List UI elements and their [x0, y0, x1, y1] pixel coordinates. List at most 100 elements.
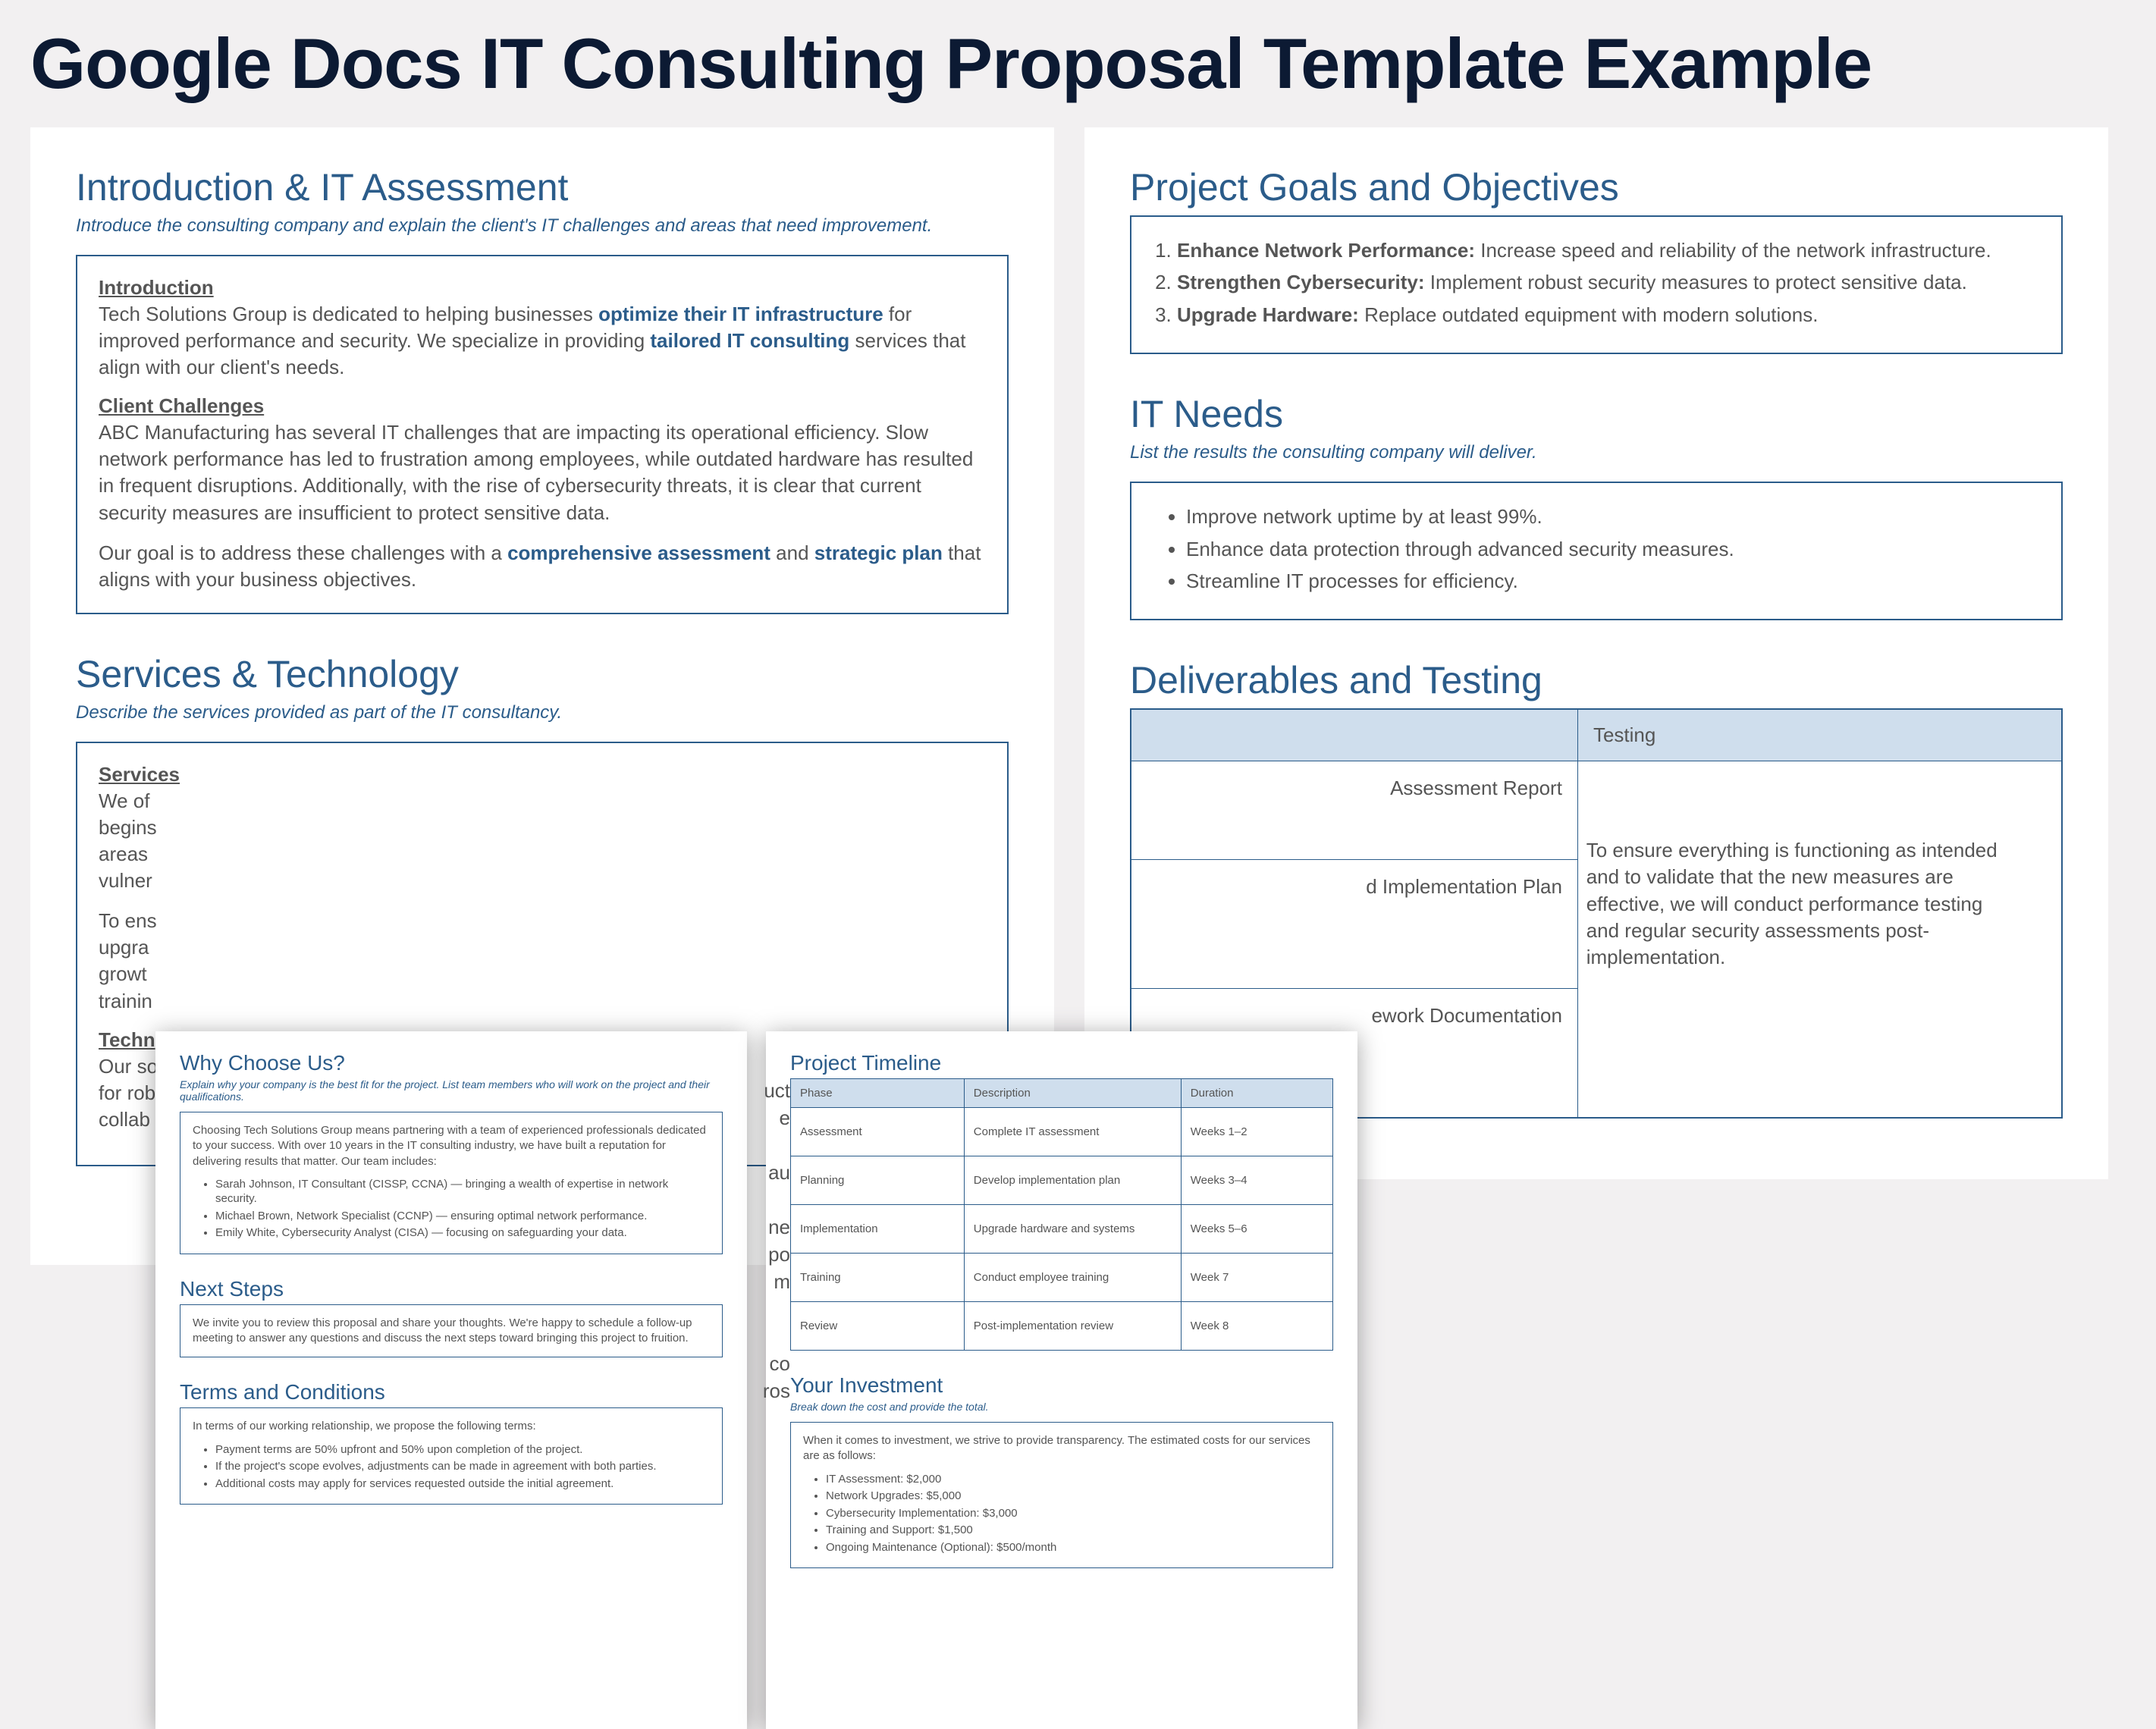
need-item: Streamline IT processes for efficiency. — [1186, 567, 2040, 595]
next-steps-box: We invite you to review this proposal an… — [180, 1304, 723, 1358]
table-cell: Assessment Report — [1131, 761, 1577, 860]
invest-item: Network Upgrades: $5,000 — [826, 1489, 1320, 1504]
services-label: Services — [99, 763, 986, 786]
investment-intro: When it comes to investment, we strive t… — [803, 1433, 1320, 1464]
table-cell: Weeks 3–4 — [1181, 1156, 1332, 1205]
goal-paragraph: Our goal is to address these challenges … — [99, 540, 986, 593]
services-heading: Services & Technology — [76, 652, 1009, 696]
table-cell: Review — [791, 1302, 965, 1351]
terms-item: If the project's scope evolves, adjustme… — [215, 1459, 710, 1474]
table-cell: Weeks 1–2 — [1181, 1108, 1332, 1156]
invest-item: IT Assessment: $2,000 — [826, 1472, 1320, 1487]
table-cell: Training — [791, 1254, 965, 1302]
table-cell: Planning — [791, 1156, 965, 1205]
text: growt — [99, 962, 147, 985]
text: To ens — [99, 909, 157, 932]
invest-item: Cybersecurity Implementation: $3,000 — [826, 1506, 1320, 1521]
terms-list: Payment terms are 50% upfront and 50% up… — [193, 1442, 710, 1492]
intro-heading: Introduction & IT Assessment — [76, 165, 1009, 209]
text: ros — [763, 1379, 790, 1402]
needs-subheading: List the results the consulting company … — [1130, 442, 2063, 463]
need-item: Improve network uptime by at least 99%. — [1186, 503, 2040, 530]
terms-item: Additional costs may apply for services … — [215, 1476, 710, 1492]
table-cell: Week 7 — [1181, 1254, 1332, 1302]
goals-list: Enhance Network Performance: Increase sp… — [1153, 237, 2040, 328]
timeline-heading: Project Timeline — [790, 1051, 1333, 1075]
highlight: strategic plan — [814, 541, 943, 564]
goal-item: Upgrade Hardware: Replace outdated equip… — [1177, 301, 2040, 328]
table-cell: Conduct employee training — [964, 1254, 1181, 1302]
table-row: PlanningDevelop implementation planWeeks… — [791, 1156, 1333, 1205]
mini-page-why: Why Choose Us? Explain why your company … — [155, 1031, 747, 1729]
goal-text: Increase speed and reliability of the ne… — [1475, 239, 1991, 262]
intro-subheading: Introduce the consulting company and exp… — [76, 215, 1009, 237]
introduction-label: Introduction — [99, 276, 986, 300]
text: Our goal is to address these challenges … — [99, 541, 507, 564]
terms-heading: Terms and Conditions — [180, 1380, 723, 1404]
highlight: optimize their IT infrastructure — [598, 303, 883, 325]
text: vulner — [99, 869, 152, 892]
table-cell: Develop implementation plan — [964, 1156, 1181, 1205]
team-item: Michael Brown, Network Specialist (CCNP)… — [215, 1209, 710, 1224]
page-right: Project Goals and Objectives Enhance Net… — [1084, 127, 2108, 1179]
goal-item: Strengthen Cybersecurity: Implement robu… — [1177, 268, 2040, 296]
goal-item: Enhance Network Performance: Increase sp… — [1177, 237, 2040, 264]
text: We of — [99, 789, 149, 812]
table-header-row: Testing — [1131, 709, 2062, 761]
table-header: Phase — [791, 1079, 965, 1108]
terms-box: In terms of our working relationship, we… — [180, 1407, 723, 1505]
services-subheading: Describe the services provided as part o… — [76, 702, 1009, 723]
text: trainin — [99, 990, 152, 1012]
investment-heading: Your Investment — [790, 1373, 1333, 1398]
services-fragment: We of begins areas vulner — [99, 788, 986, 894]
page-title: Google Docs IT Consulting Proposal Templ… — [30, 23, 2126, 105]
goals-heading: Project Goals and Objectives — [1130, 165, 2063, 209]
timeline-table: Phase Description Duration AssessmentCom… — [790, 1078, 1333, 1351]
table-header-row: Phase Description Duration — [791, 1079, 1333, 1108]
table-cell: Complete IT assessment — [964, 1108, 1181, 1156]
text: e — [780, 1106, 790, 1129]
needs-heading: IT Needs — [1130, 392, 2063, 436]
goal-bold: Enhance Network Performance: — [1177, 239, 1475, 262]
highlight: comprehensive assessment — [507, 541, 770, 564]
intro-box: Introduction Tech Solutions Group is ded… — [76, 255, 1009, 614]
table-header — [1131, 709, 1577, 761]
table-header: Description — [964, 1079, 1181, 1108]
table-row: ImplementationUpgrade hardware and syste… — [791, 1205, 1333, 1254]
table-row: TrainingConduct employee trainingWeek 7 — [791, 1254, 1333, 1302]
text: begins — [99, 816, 157, 839]
investment-list: IT Assessment: $2,000 Network Upgrades: … — [803, 1472, 1320, 1555]
table-row: ReviewPost-implementation reviewWeek 8 — [791, 1302, 1333, 1351]
why-box: Choosing Tech Solutions Group means part… — [180, 1112, 723, 1254]
challenges-paragraph: ABC Manufacturing has several IT challen… — [99, 419, 986, 526]
intro-paragraph: Tech Solutions Group is dedicated to hel… — [99, 301, 986, 381]
services-fragment-2: To ens upgra growt trainin — [99, 908, 986, 1014]
text: m — [774, 1270, 790, 1293]
invest-item: Ongoing Maintenance (Optional): $500/mon… — [826, 1540, 1320, 1555]
table-cell: Weeks 5–6 — [1181, 1205, 1332, 1254]
terms-item: Payment terms are 50% upfront and 50% up… — [215, 1442, 710, 1458]
team-item: Sarah Johnson, IT Consultant (CISSP, CCN… — [215, 1177, 710, 1207]
text: areas — [99, 843, 148, 865]
mini-page-timeline: uct e au ne po m co ros Project Timeline… — [766, 1031, 1357, 1729]
table-header: Testing — [1577, 709, 2062, 761]
fragment-column: uct e au ne po m co ros — [760, 1077, 790, 1404]
pages-container: Introduction & IT Assessment Introduce t… — [30, 127, 2126, 1265]
needs-list: Improve network uptime by at least 99%. … — [1153, 503, 2040, 595]
investment-box: When it comes to investment, we strive t… — [790, 1422, 1333, 1568]
invest-item: Training and Support: $1,500 — [826, 1523, 1320, 1538]
text: co — [770, 1352, 790, 1375]
needs-box: Improve network uptime by at least 99%. … — [1130, 482, 2063, 620]
goal-bold: Upgrade Hardware: — [1177, 303, 1359, 326]
text: Our so — [99, 1055, 158, 1078]
text: for rob — [99, 1081, 155, 1104]
table-row: d Implementation Plan To ensure everythi… — [1131, 860, 2062, 989]
cell-text: d Implementation Plan — [1366, 875, 1562, 898]
team-item: Emily White, Cybersecurity Analyst (CISA… — [215, 1225, 710, 1241]
text: and — [770, 541, 814, 564]
investment-subheading: Break down the cost and provide the tota… — [790, 1401, 1333, 1413]
text: au — [768, 1161, 790, 1184]
text: Tech Solutions Group is dedicated to hel… — [99, 303, 598, 325]
deliverables-heading: Deliverables and Testing — [1130, 658, 2063, 702]
table-cell: d Implementation Plan To ensure everythi… — [1131, 860, 1577, 989]
